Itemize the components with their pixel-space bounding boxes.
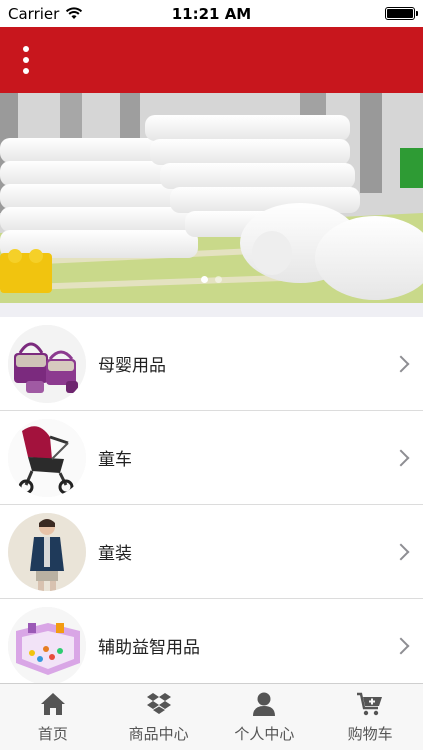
tab-bar: 首页 商品中心 个人中心 购物车 xyxy=(0,683,423,750)
page-dot-active xyxy=(201,276,208,283)
kids-clothing-image xyxy=(8,512,86,591)
category-row-baby-supplies[interactable]: 母婴用品 xyxy=(0,317,423,411)
page-indicator xyxy=(0,276,423,283)
category-list: 母婴用品 童车 童装 辅助益智用品 xyxy=(0,317,423,692)
tab-label: 个人中心 xyxy=(234,725,295,743)
category-row-stroller[interactable]: 童车 xyxy=(0,411,423,505)
category-label: 童装 xyxy=(98,544,132,564)
category-row-educational[interactable]: 辅助益智用品 xyxy=(0,599,423,692)
more-vertical-icon[interactable] xyxy=(14,41,38,79)
battery-icon xyxy=(385,7,418,20)
carrier-label: Carrier xyxy=(8,4,60,23)
stroller-image xyxy=(8,418,86,497)
tab-cart[interactable]: 购物车 xyxy=(317,684,423,750)
dropbox-box-icon xyxy=(146,693,171,714)
page-dot xyxy=(215,276,222,283)
tab-products[interactable]: 商品中心 xyxy=(106,684,212,750)
tab-label: 首页 xyxy=(37,725,68,743)
tab-label: 商品中心 xyxy=(128,725,189,743)
user-icon xyxy=(253,692,276,716)
banner-carousel[interactable] xyxy=(0,93,423,303)
category-label: 辅助益智用品 xyxy=(98,638,200,658)
section-gap xyxy=(0,303,423,317)
baby-bags-image xyxy=(8,324,86,403)
tab-label: 购物车 xyxy=(347,725,393,743)
category-label: 童车 xyxy=(98,450,132,470)
wifi-icon xyxy=(66,7,83,19)
home-icon xyxy=(40,693,65,715)
tab-profile[interactable]: 个人中心 xyxy=(212,684,318,750)
category-row-kids-clothing[interactable]: 童装 xyxy=(0,505,423,599)
tab-home[interactable]: 首页 xyxy=(0,684,106,750)
status-bar: Carrier 11:21 AM xyxy=(0,0,423,27)
status-left: Carrier xyxy=(8,5,83,23)
play-fence-image xyxy=(8,606,86,685)
cart-add-icon xyxy=(357,692,383,716)
category-label: 母婴用品 xyxy=(98,356,166,376)
nav-bar xyxy=(0,27,423,93)
banner-towels-image xyxy=(0,93,423,303)
